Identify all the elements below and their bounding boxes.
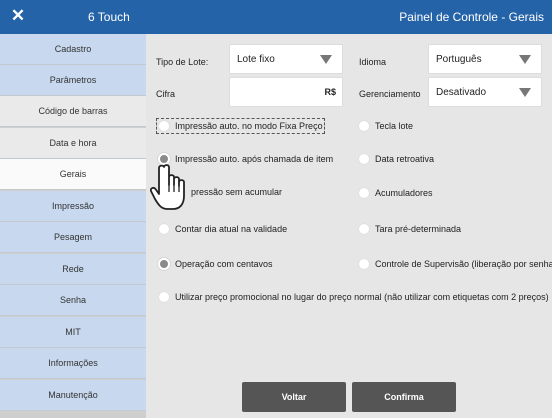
radio-button[interactable] [158, 223, 170, 235]
option-label: pressão sem acumular [191, 187, 283, 197]
gerenciamento-select[interactable]: Desativado [428, 77, 542, 107]
option-preco-promocional[interactable]: Utilizar preço promocional no lugar do p… [158, 291, 549, 303]
dropdown-arrow-icon [320, 54, 332, 64]
close-icon[interactable]: ✕ [8, 6, 28, 26]
idioma-select[interactable]: Português [428, 44, 542, 74]
currency-symbol: R$ [324, 87, 336, 97]
radio-button[interactable] [358, 223, 370, 235]
option-acumuladores[interactable]: Acumuladores [358, 187, 433, 199]
cifra-input[interactable]: R$ [229, 77, 343, 107]
sidebar-item-gerais[interactable]: Gerais [0, 159, 146, 190]
option-label: Contar dia atual na validade [175, 224, 288, 234]
option-controle-supervisao[interactable]: Controle de Supervisão (liberação por se… [358, 258, 552, 270]
sidebar-item-impressao[interactable]: Impressão [0, 191, 146, 222]
idioma-label: Idioma [359, 57, 387, 67]
sidebar-item-data-e-hora[interactable]: Data e hora [0, 128, 146, 159]
option-label: Tecla lote [375, 121, 414, 131]
radio-button-checked[interactable] [158, 258, 170, 270]
sidebar-item-informacoes[interactable]: Informações [0, 348, 146, 379]
option-label: Data retroativa [375, 154, 435, 164]
hand-pointer-icon [150, 164, 185, 210]
radio-button[interactable] [358, 187, 370, 199]
settings-panel: Tipo de Lote: Lote fixo Idioma Português… [146, 34, 552, 418]
idioma-value: Português [436, 53, 482, 65]
option-label: Utilizar preço promocional no lugar do p… [175, 292, 549, 302]
tipo-lote-select[interactable]: Lote fixo [229, 44, 343, 74]
option-tara-predeterminada[interactable]: Tara pré-determinada [358, 223, 461, 235]
app-name: 6 Touch [88, 10, 130, 24]
tipo-lote-value: Lote fixo [237, 53, 275, 65]
tipo-lote-label: Tipo de Lote: [156, 57, 209, 67]
sidebar-item-mit[interactable]: MIT [0, 317, 146, 348]
sidebar-item-pesagem[interactable]: Pesagem [0, 222, 146, 253]
option-label: Tara pré-determinada [375, 224, 462, 234]
window-title: Painel de Controle - Gerais [399, 10, 544, 24]
radio-button[interactable] [158, 120, 170, 132]
sidebar-item-codigo-de-barras[interactable]: Código de barras [0, 96, 146, 127]
option-label: Operação com centavos [175, 259, 273, 269]
option-label: Impressão auto. após chamada de item [175, 154, 334, 164]
option-label: Controle de Supervisão (liberação por se… [375, 259, 552, 269]
option-label: Acumuladores [375, 188, 433, 198]
sidebar-item-parametros[interactable]: Parâmetros [0, 65, 146, 96]
cifra-label: Cifra [156, 89, 176, 99]
sidebar: Cadastro Parâmetros Código de barras Dat… [0, 34, 146, 418]
option-label: Impressão auto. no modo Fixa Preço [175, 121, 323, 131]
title-bar: ✕ 6 Touch Painel de Controle - Gerais [0, 0, 552, 34]
voltar-button[interactable]: Voltar [242, 382, 346, 412]
option-impressao-sem-acumular[interactable]: pressão sem acumular [191, 187, 282, 197]
sidebar-item-senha[interactable]: Senha [0, 285, 146, 316]
option-operacao-centavos[interactable]: Operação com centavos [158, 258, 273, 270]
option-data-retroativa[interactable]: Data retroativa [358, 153, 434, 165]
option-tecla-lote[interactable]: Tecla lote [358, 120, 413, 132]
radio-button[interactable] [358, 258, 370, 270]
radio-button[interactable] [358, 153, 370, 165]
sidebar-item-manutencao[interactable]: Manutenção [0, 380, 146, 411]
sidebar-item-rede[interactable]: Rede [0, 254, 146, 285]
radio-button[interactable] [158, 291, 170, 303]
radio-button[interactable] [358, 120, 370, 132]
dropdown-arrow-icon [519, 54, 531, 64]
sidebar-item-cadastro[interactable]: Cadastro [0, 34, 146, 65]
gerenciamento-value: Desativado [436, 86, 487, 98]
option-contar-dia-atual[interactable]: Contar dia atual na validade [158, 223, 287, 235]
gerenciamento-label: Gerenciamento [359, 89, 421, 99]
option-impressao-fixa-preco[interactable]: Impressão auto. no modo Fixa Preço [156, 118, 325, 134]
dropdown-arrow-icon [519, 87, 531, 97]
confirma-button[interactable]: Confirma [352, 382, 456, 412]
